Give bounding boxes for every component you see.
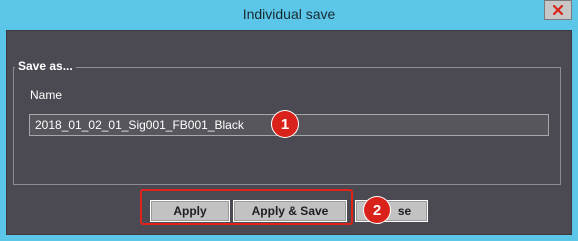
apply-and-save-button[interactable]: Apply & Save (233, 200, 347, 222)
callout-badge-2: 2 (364, 197, 390, 223)
dialog-body: Save as... Name 2018_01_02_01_Sig001_FB0… (6, 30, 572, 235)
title-bar: Individual save (0, 0, 578, 30)
window-close-button[interactable] (544, 0, 572, 20)
callout-badge-1: 1 (272, 111, 298, 137)
save-as-legend: Save as... (15, 59, 76, 73)
window-title: Individual save (242, 6, 336, 22)
apply-button[interactable]: Apply (150, 200, 230, 222)
close-icon (553, 5, 563, 15)
name-label: Name (30, 88, 63, 102)
